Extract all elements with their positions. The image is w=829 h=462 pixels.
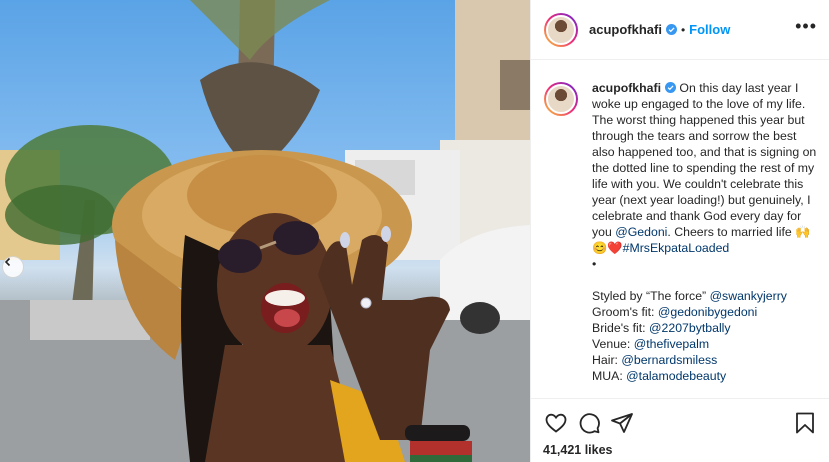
caption-avatar[interactable] <box>544 82 578 116</box>
credit-label: MUA: <box>592 369 627 383</box>
share-icon <box>611 413 633 433</box>
caption-username[interactable]: acupofkhafi <box>592 81 661 95</box>
mention-link[interactable]: @Gedoni <box>615 225 667 239</box>
credit-line: Bride's fit: @2207bytbally <box>592 320 817 336</box>
credit-line: Venue: @thefivepalm <box>592 336 817 352</box>
credit-label: Styled by “The force” <box>592 289 710 303</box>
credit-mention[interactable]: @thefivepalm <box>634 337 709 351</box>
credit-mention[interactable]: @swankyjerry <box>710 289 787 303</box>
credit-line: MUA: @talamodebeauty <box>592 368 817 384</box>
credit-label: Hair: <box>592 353 622 367</box>
save-button[interactable] <box>792 410 818 436</box>
credit-label: Venue: <box>592 337 634 351</box>
post-side-panel: acupofkhafi • Follow ••• acupofkhafi On … <box>530 0 829 462</box>
chevron-left-icon <box>4 257 11 267</box>
credit-line: Styled by “The force” @swankyjerry <box>592 288 817 304</box>
more-options-icon[interactable]: ••• <box>795 17 817 43</box>
comments-area[interactable]: acupofkhafi On this day last year I woke… <box>531 60 829 398</box>
like-button[interactable] <box>543 410 569 436</box>
author-username[interactable]: acupofkhafi <box>589 22 662 37</box>
likes-count[interactable]: 41,421 likes <box>543 443 818 457</box>
verified-badge-icon <box>665 82 677 93</box>
credit-mention[interactable]: @talamodebeauty <box>626 369 726 383</box>
photo-illustration <box>0 0 530 462</box>
credit-mention[interactable]: @bernardsmiless <box>621 353 717 367</box>
caption-text: acupofkhafi On this day last year I woke… <box>592 80 817 384</box>
post-photo[interactable] <box>0 0 530 462</box>
verified-badge-icon <box>665 24 677 35</box>
credit-mention[interactable]: @2207bytbally <box>649 321 731 335</box>
credit-line: Hair: @bernardsmiless <box>592 352 817 368</box>
caption-bullet: • <box>592 257 597 271</box>
caption-row: acupofkhafi On this day last year I woke… <box>543 80 818 384</box>
share-button[interactable] <box>609 410 635 436</box>
bookmark-icon <box>796 412 814 434</box>
author-avatar[interactable] <box>544 12 578 47</box>
carousel-prev-button[interactable] <box>2 256 24 278</box>
comment-icon <box>579 413 600 434</box>
follow-button[interactable]: Follow <box>689 22 730 37</box>
heart-icon <box>545 413 567 433</box>
header-separator: • <box>680 22 686 37</box>
credit-mention[interactable]: @gedonibygedoni <box>658 305 757 319</box>
credit-label: Bride's fit: <box>592 321 650 335</box>
credit-line: Groom's fit: @gedonibygedoni <box>592 304 817 320</box>
credit-label: Groom's fit: <box>592 305 658 319</box>
hashtag-link[interactable]: #MrsEkpataLoaded <box>623 241 730 255</box>
caption-body: On this day last year I woke up engaged … <box>592 81 817 239</box>
action-icons <box>543 409 818 437</box>
comment-button[interactable] <box>576 410 602 436</box>
action-bar: 41,421 likes <box>531 398 829 462</box>
post-header: acupofkhafi • Follow ••• <box>531 0 829 60</box>
caption-body-2: . Cheers to married life <box>667 225 796 239</box>
